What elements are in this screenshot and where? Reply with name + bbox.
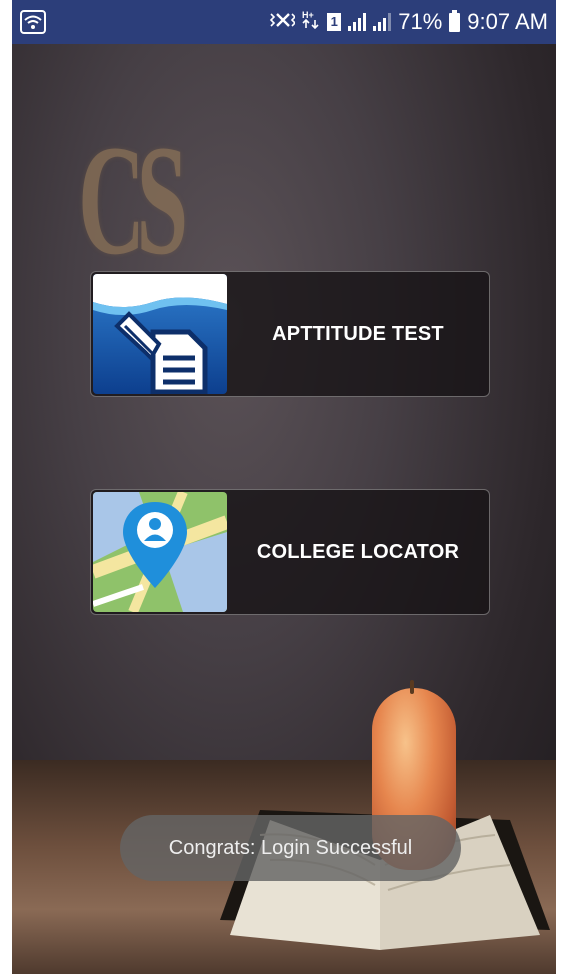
toast-message: Congrats: Login Successful [120,815,461,881]
aptitude-test-label: APTTITUDE TEST [272,322,444,345]
apple-stem [410,680,414,694]
college-locator-label: COLLEGE LOCATOR [256,540,460,563]
status-bar: H+ 1 71% 9:07 AM [12,0,556,44]
app-screen: H+ 1 71% 9:07 AM CS APTTITUDE TEST COLLE… [0,0,566,974]
college-locator-button[interactable]: COLLEGE LOCATOR [90,489,490,615]
svg-text:H+: H+ [302,10,314,20]
sim-icon: 1 [327,13,342,31]
clock: 9:07 AM [467,9,548,34]
cs-logo: CS [78,113,188,288]
mute-vibrate-icon [269,9,297,35]
wifi-icon [20,10,46,34]
battery-icon [449,9,461,32]
data-arrows-icon: H+ [302,9,320,35]
document-edit-icon [93,274,227,394]
signal-icon [373,13,392,31]
signal-icon [348,13,367,31]
map-pin-icon [93,492,227,612]
battery-percent: 71% [398,9,443,34]
aptitude-test-button[interactable]: APTTITUDE TEST [90,271,490,397]
